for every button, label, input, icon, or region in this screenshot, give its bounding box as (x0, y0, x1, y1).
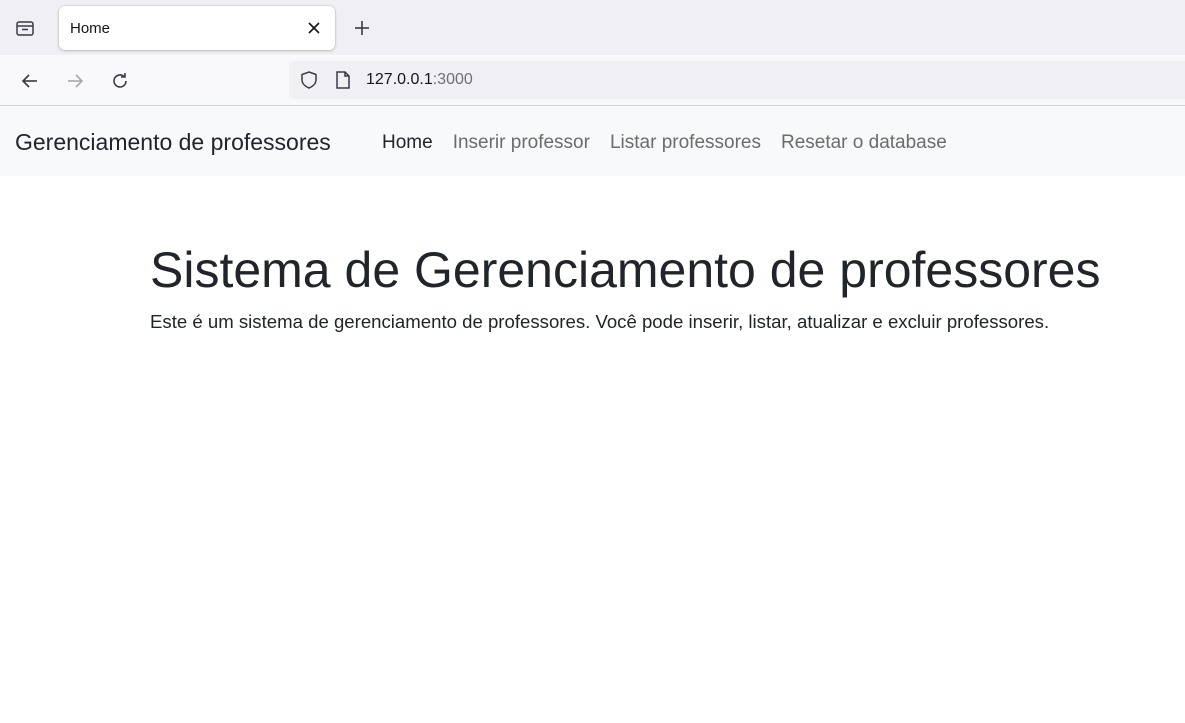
site-navbar: Gerenciamento de professores Home Inseri… (0, 107, 1185, 176)
reload-button[interactable] (104, 65, 136, 97)
nav-link-home[interactable]: Home (382, 132, 433, 154)
arrow-right-icon (65, 71, 85, 91)
page-title: Sistema de Gerenciamento de professores (150, 242, 1101, 298)
page-info-icon[interactable] (334, 70, 352, 90)
reload-icon (110, 71, 130, 91)
browser-tab-home[interactable]: Home (59, 6, 335, 50)
tab-list-icon (15, 18, 35, 38)
url-host: 127.0.0.1 (366, 71, 433, 88)
new-tab-button[interactable] (346, 12, 378, 44)
address-bar[interactable]: 127.0.0.1:3000 (289, 61, 1185, 99)
close-tab-icon[interactable] (303, 17, 325, 39)
nav-link-insert-professor[interactable]: Inserir professor (453, 132, 590, 154)
back-button[interactable] (14, 65, 46, 97)
page-description: Este é um sistema de gerenciamento de pr… (150, 311, 1050, 332)
forward-button[interactable] (59, 65, 91, 97)
url-text[interactable]: 127.0.0.1:3000 (366, 71, 473, 89)
tab-title: Home (70, 20, 111, 37)
shield-icon[interactable] (299, 70, 319, 90)
nav-link-reset-database[interactable]: Resetar o database (781, 132, 947, 154)
tab-list-button[interactable] (8, 12, 42, 44)
url-port: :3000 (432, 71, 473, 88)
browser-tab-strip: Home (0, 0, 1185, 55)
browser-toolbar: 127.0.0.1:3000 (0, 55, 1185, 106)
plus-icon (353, 19, 371, 37)
nav-links: Home Inserir professor Listar professore… (382, 132, 967, 154)
navbar-brand[interactable]: Gerenciamento de professores (15, 129, 331, 156)
main-content: Sistema de Gerenciamento de professores … (150, 240, 1150, 333)
arrow-left-icon (20, 71, 40, 91)
nav-link-list-professors[interactable]: Listar professores (610, 132, 761, 154)
